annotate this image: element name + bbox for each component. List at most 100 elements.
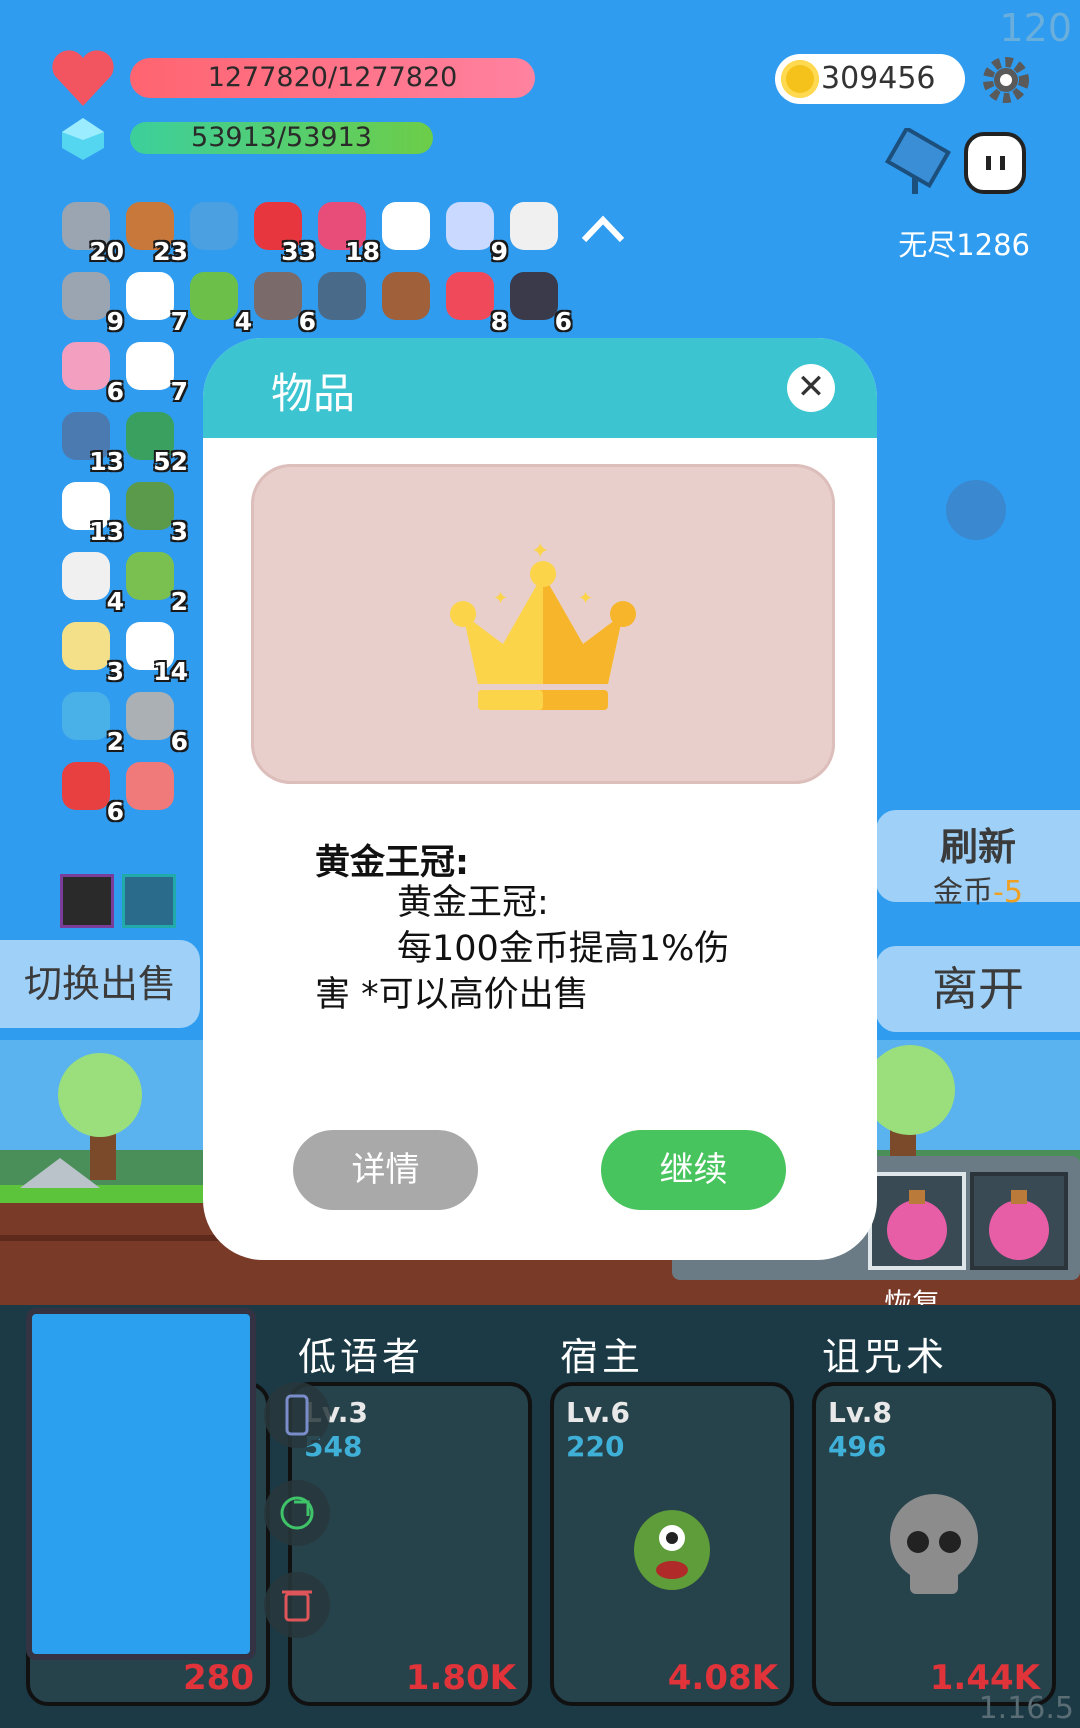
inventory-item[interactable]: 6 bbox=[248, 266, 316, 336]
magnifier-icon bbox=[190, 202, 238, 250]
pill-icon bbox=[446, 202, 494, 250]
item-count: 6 bbox=[554, 307, 572, 336]
dialog-title: 物品 bbox=[271, 369, 356, 418]
ghost-icon[interactable] bbox=[962, 130, 1028, 196]
chevron-up-icon[interactable] bbox=[578, 210, 628, 246]
skill-card[interactable]: Lv.8 496 1.44K bbox=[812, 1382, 1056, 1706]
inventory-item[interactable]: 4 bbox=[184, 266, 252, 336]
inventory-item[interactable]: 2 bbox=[120, 546, 188, 616]
inventory-item[interactable] bbox=[184, 196, 248, 260]
potion-slot-1[interactable] bbox=[868, 1172, 966, 1270]
playing-card-icon bbox=[126, 272, 174, 320]
skill-damage: 4.08K bbox=[667, 1658, 778, 1698]
refresh-cost-label: 金币 bbox=[933, 875, 994, 910]
hook-icon bbox=[510, 202, 558, 250]
inventory-item[interactable] bbox=[312, 266, 376, 330]
desc-line-2: 每100金币提高1%伤 bbox=[397, 929, 730, 969]
svg-text:✦: ✦ bbox=[531, 539, 549, 564]
inventory-item[interactable]: 7 bbox=[120, 336, 188, 406]
detail-button[interactable]: 详情 bbox=[293, 1130, 478, 1210]
continue-button[interactable]: 继续 bbox=[601, 1130, 786, 1210]
item-count: 33 bbox=[281, 237, 316, 266]
inventory-item[interactable]: 14 bbox=[120, 616, 188, 686]
inventory-item[interactable]: 6 bbox=[504, 266, 572, 336]
wing-icon bbox=[382, 202, 430, 250]
skill-card[interactable]: Lv.6 220 4.08K bbox=[550, 1382, 794, 1706]
skull-icon bbox=[890, 1494, 978, 1594]
inventory-item[interactable]: 2 bbox=[56, 686, 124, 756]
spiked-mace-icon bbox=[126, 692, 174, 740]
lime-icon bbox=[126, 552, 174, 600]
equipment-slot-1[interactable] bbox=[60, 874, 114, 928]
inventory-item[interactable]: 20 bbox=[56, 196, 124, 266]
inventory-item[interactable]: 8 bbox=[440, 266, 508, 336]
magnet-icon[interactable] bbox=[884, 128, 954, 198]
share-button[interactable] bbox=[264, 1480, 330, 1546]
item-dialog: 物品 ✕ ✦ ✦ ✦ 黄金王冠: 黄金王冠: 每100金币提高1%伤 害 *可以… bbox=[203, 338, 877, 1260]
skill-level: Lv.8 bbox=[828, 1396, 892, 1429]
item-count: 13 bbox=[89, 517, 124, 546]
screenshot-thumbnail[interactable] bbox=[26, 1308, 256, 1660]
inventory-item[interactable]: 6 bbox=[120, 686, 188, 756]
item-count: 2 bbox=[170, 587, 188, 616]
inventory-item[interactable]: 9 bbox=[56, 266, 124, 336]
leave-button[interactable]: 离开 bbox=[876, 946, 1080, 1032]
item-count: 52 bbox=[153, 447, 188, 476]
skill-title: 宿主 bbox=[560, 1335, 645, 1379]
monster-icon bbox=[634, 1510, 710, 1590]
skill-value: 496 bbox=[828, 1430, 887, 1463]
map-pencil-icon bbox=[62, 622, 110, 670]
inventory-item[interactable]: 18 bbox=[312, 196, 380, 266]
inventory-item[interactable] bbox=[376, 266, 440, 330]
item-preview: ✦ ✦ ✦ bbox=[251, 464, 835, 784]
switch-sell-button[interactable]: 切换出售 bbox=[0, 940, 200, 1028]
potion-slot-2[interactable] bbox=[970, 1172, 1068, 1270]
version-label: 1.16.5 bbox=[978, 1691, 1074, 1726]
skill-title: 诅咒术 bbox=[822, 1335, 949, 1379]
inventory-item[interactable]: 3 bbox=[56, 616, 124, 686]
cloud-icon bbox=[62, 552, 110, 600]
edit-icon[interactable] bbox=[946, 480, 1006, 540]
delete-button[interactable] bbox=[264, 1572, 330, 1638]
coin-counter: 309456 bbox=[775, 54, 965, 104]
steak-icon bbox=[126, 762, 174, 810]
item-count: 7 bbox=[170, 377, 188, 406]
refresh-button[interactable]: 刷新 金币-5 bbox=[876, 810, 1080, 910]
inventory-item[interactable]: 52 bbox=[120, 406, 188, 476]
skill-value: 220 bbox=[566, 1430, 625, 1463]
inventory-item[interactable]: 7 bbox=[120, 266, 188, 336]
treasure-chest-icon bbox=[382, 272, 430, 320]
item-count: 23 bbox=[153, 237, 188, 266]
inventory-item[interactable]: 23 bbox=[120, 196, 188, 266]
inventory-item[interactable]: 6 bbox=[56, 336, 124, 406]
coin-value: 309456 bbox=[821, 61, 936, 96]
close-button[interactable]: ✕ bbox=[787, 364, 835, 412]
refresh-cost: 金币-5 bbox=[876, 867, 1080, 911]
inventory-item[interactable] bbox=[504, 196, 568, 260]
refresh-cost-value: -5 bbox=[993, 875, 1023, 910]
fps-counter: 120 bbox=[999, 6, 1072, 50]
hp-bar: 1277820/1277820 bbox=[130, 58, 535, 98]
svg-text:✦: ✦ bbox=[578, 588, 593, 609]
gear-icon[interactable] bbox=[980, 54, 1032, 106]
potion-icon bbox=[887, 1190, 947, 1260]
mana-crystal-icon bbox=[62, 118, 104, 160]
inventory-item[interactable]: 13 bbox=[56, 476, 124, 546]
equipment-slot-2[interactable] bbox=[122, 874, 176, 928]
mp-bar: 53913/53913 bbox=[130, 122, 433, 154]
inventory-item[interactable]: 33 bbox=[248, 196, 316, 266]
item-description: 黄金王冠: 每100金币提高1%伤 害 *可以高价出售 bbox=[315, 880, 775, 1018]
inventory-item[interactable] bbox=[376, 196, 440, 260]
crescent-moon-icon bbox=[378, 1496, 428, 1596]
inventory-item[interactable] bbox=[120, 756, 184, 820]
item-count: 3 bbox=[170, 517, 188, 546]
item-name: 黄金王冠: bbox=[315, 843, 469, 883]
inventory-item[interactable]: 4 bbox=[56, 546, 124, 616]
bat-icon bbox=[510, 272, 558, 320]
inventory-item[interactable]: 9 bbox=[440, 196, 508, 266]
scroll-toggle-button[interactable] bbox=[264, 1382, 330, 1448]
inventory-item[interactable]: 13 bbox=[56, 406, 124, 476]
inventory-item[interactable]: 6 bbox=[56, 756, 124, 826]
crown-icon: ✦ ✦ ✦ bbox=[450, 539, 636, 710]
inventory-item[interactable]: 3 bbox=[120, 476, 188, 546]
